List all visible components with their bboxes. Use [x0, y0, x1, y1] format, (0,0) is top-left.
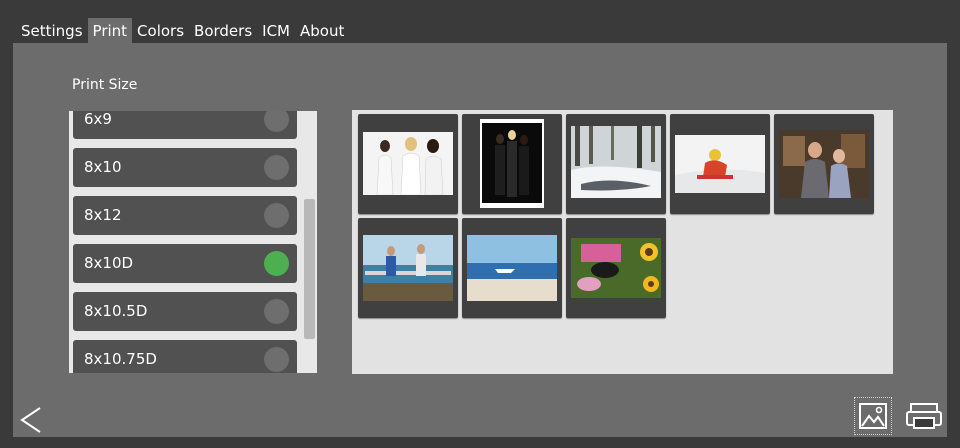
thumbnail-gallery [352, 110, 893, 374]
photo-thumbnail[interactable] [462, 218, 562, 318]
print-size-option[interactable]: 8x12 [73, 196, 297, 235]
print-size-option-label: 8x10.5D [84, 302, 148, 320]
radio-indicator [264, 111, 289, 132]
print-size-option-label: 8x12 [84, 206, 122, 224]
print-size-option[interactable]: 8x10.75D [73, 340, 297, 373]
photo-boat-pier [363, 235, 453, 301]
tab-colors[interactable]: Colors [132, 18, 189, 44]
photo-thumbnail[interactable] [358, 114, 458, 214]
radio-indicator-selected [264, 251, 289, 276]
photo-child-sledding [675, 135, 765, 193]
printer-icon[interactable] [904, 400, 944, 432]
radio-indicator [264, 203, 289, 228]
photo-group-portrait [480, 119, 544, 208]
tab-settings[interactable]: Settings [0, 18, 88, 44]
image-icon [859, 403, 887, 429]
photo-sunflowers [571, 238, 661, 298]
photo-snowy-forest [571, 126, 661, 198]
photo-beach-boat [467, 235, 557, 301]
photo-elderly-couple [779, 130, 869, 198]
radio-indicator [264, 347, 289, 372]
photo-thumbnail[interactable] [774, 114, 874, 214]
print-size-option-label: 8x10 [84, 158, 122, 176]
print-size-option-label: 8x10D [84, 254, 134, 272]
chevron-left-icon[interactable] [18, 405, 46, 435]
print-size-option[interactable]: 8x10 [73, 148, 297, 187]
tab-bar: Settings Print Colors Borders ICM About [0, 18, 349, 44]
print-size-option[interactable]: 8x10.5D [73, 292, 297, 331]
photo-thumbnail[interactable] [462, 114, 562, 214]
print-size-option[interactable]: 6x9 [73, 111, 297, 139]
print-panel: Print Size 6x9 8x10 8x12 8x10D 8x10.5D 8… [13, 43, 947, 437]
image-view-button[interactable] [854, 397, 892, 435]
photo-thumbnail[interactable] [670, 114, 770, 214]
list-scrollbar[interactable] [302, 111, 317, 373]
photo-thumbnail[interactable] [566, 114, 666, 214]
tab-borders[interactable]: Borders [189, 18, 257, 44]
scrollbar-thumb[interactable] [304, 199, 315, 339]
print-size-option-label: 6x9 [84, 111, 112, 128]
tab-icm[interactable]: ICM [257, 18, 295, 44]
radio-indicator [264, 299, 289, 324]
photo-thumbnail[interactable] [358, 218, 458, 318]
print-size-label: Print Size [72, 77, 138, 93]
radio-indicator [264, 155, 289, 180]
print-size-option-selected[interactable]: 8x10D [73, 244, 297, 283]
photo-thumbnail[interactable] [566, 218, 666, 318]
photo-three-women [363, 132, 453, 195]
print-size-list[interactable]: 6x9 8x10 8x12 8x10D 8x10.5D 8x10.75D [69, 111, 317, 373]
tab-print[interactable]: Print [87, 18, 133, 44]
print-size-option-label: 8x10.75D [84, 350, 157, 368]
tab-about[interactable]: About [295, 18, 349, 44]
